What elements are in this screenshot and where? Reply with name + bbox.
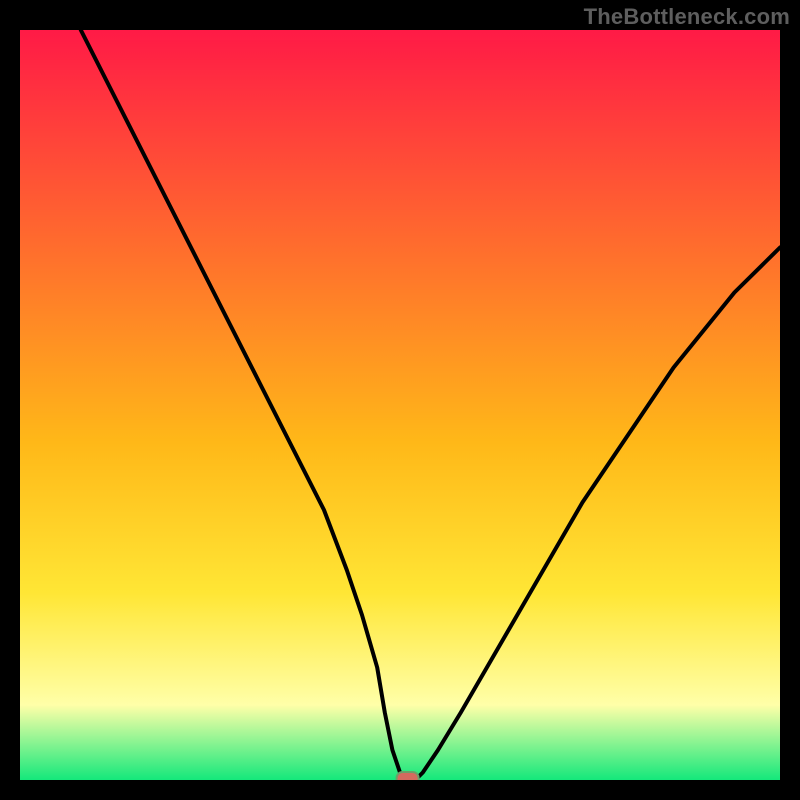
attribution-text: TheBottleneck.com	[584, 4, 790, 30]
plot-area	[20, 30, 780, 780]
chart-frame: TheBottleneck.com	[0, 0, 800, 800]
optimum-marker	[397, 772, 419, 780]
chart-svg	[20, 30, 780, 780]
gradient-background	[20, 30, 780, 780]
